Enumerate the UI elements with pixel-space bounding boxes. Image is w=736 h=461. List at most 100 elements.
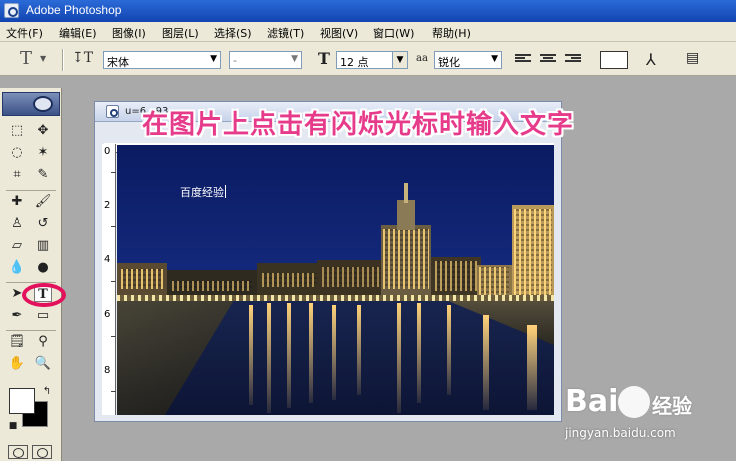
ruler-mark: 4	[104, 254, 111, 265]
menu-bar: 文件(F) 编辑(E) 图像(I) 图层(L) 选择(S) 滤镜(T) 视图(V…	[0, 22, 736, 42]
type-tool-preset-icon[interactable]: T	[20, 48, 32, 69]
building-lights	[121, 269, 163, 289]
preset-dropdown-arrow-icon[interactable]: ▼	[40, 54, 46, 63]
watermark-url: jingyan.baidu.com	[565, 426, 676, 440]
font-style-select[interactable]: - ▼	[229, 51, 302, 69]
blur-tool-icon[interactable]: 💧	[8, 260, 26, 276]
antialias-icon: aa	[416, 53, 428, 64]
healing-brush-tool-icon[interactable]: ✚	[8, 194, 26, 210]
light-reflection	[483, 315, 489, 410]
shoreline-lights	[117, 295, 554, 301]
ruler-mark: 6	[104, 309, 111, 320]
text-color-swatch[interactable]	[600, 51, 628, 69]
move-tool-icon[interactable]: ✥	[34, 123, 52, 139]
light-reflection	[527, 325, 537, 410]
zoom-tool-icon[interactable]: 🔍	[34, 356, 52, 372]
chevron-down-icon: ▼	[291, 54, 298, 64]
light-reflection	[249, 305, 253, 405]
align-center-icon[interactable]	[540, 54, 556, 66]
notes-tool-icon[interactable]: 🗒	[8, 334, 26, 350]
building-lights	[435, 261, 477, 291]
font-size-input[interactable]: 12 点	[336, 51, 394, 69]
vertical-ruler[interactable]: 0 2 4 6 8	[102, 144, 116, 415]
chevron-down-icon: ▼	[491, 54, 498, 64]
menu-window[interactable]: 窗口(W)	[373, 25, 414, 41]
clone-stamp-tool-icon[interactable]: ♙	[8, 216, 26, 232]
building-lights	[262, 273, 322, 287]
type-tool-highlight-circle	[22, 283, 66, 307]
options-bar: T ▼ ↧T 宋体 ▼ - ▼ T 12 点 ▼ aa 锐化 ▼ ⅄ ▤	[0, 42, 736, 76]
light-reflection	[447, 305, 451, 395]
ruler-tick	[111, 281, 116, 282]
lasso-tool-icon[interactable]: ◌	[8, 145, 26, 161]
font-size-icon: T	[318, 49, 330, 68]
menu-image[interactable]: 图像(I)	[112, 25, 146, 41]
standard-mode-button[interactable]	[8, 445, 28, 459]
photoshop-app-icon	[4, 3, 19, 18]
light-reflection	[309, 303, 313, 403]
window-title: Adobe Photoshop	[26, 3, 122, 17]
instruction-caption: 在图片上点击有闪烁光标时输入文字	[142, 110, 575, 140]
ruler-tick	[111, 172, 116, 173]
align-left-icon[interactable]	[515, 54, 531, 66]
baidu-jingyan-watermark: Bai 经验 jingyan.baidu.com	[560, 380, 736, 461]
light-reflection	[287, 303, 291, 408]
menu-layer[interactable]: 图层(L)	[162, 25, 199, 41]
font-family-select[interactable]: 宋体 ▼	[103, 51, 221, 69]
baidu-paw-icon	[618, 386, 650, 418]
font-size-dropdown[interactable]: ▼	[392, 51, 408, 69]
document-icon	[106, 105, 119, 118]
tower-spire-tip	[404, 183, 408, 203]
toolbox-divider	[6, 190, 56, 191]
menu-file[interactable]: 文件(F)	[6, 25, 43, 41]
text-orientation-icon[interactable]: ↧T	[72, 50, 93, 66]
typed-text-with-cursor[interactable]: 百度经验	[180, 184, 226, 200]
building-lights	[172, 281, 252, 291]
ruler-tick	[111, 226, 116, 227]
building-lights	[514, 209, 552, 309]
ruler-mark: 8	[104, 365, 111, 376]
eyedropper-tool-icon[interactable]: ⚲	[34, 334, 52, 350]
font-style-value: -	[233, 54, 237, 67]
watermark-brand: 经验	[652, 394, 692, 418]
crop-tool-icon[interactable]: ⌗	[8, 167, 26, 183]
foreground-color-swatch[interactable]	[9, 388, 35, 414]
marquee-tool-icon[interactable]: ⬚	[8, 123, 26, 139]
dodge-tool-icon[interactable]: ●	[34, 260, 52, 276]
ruler-mark: 2	[104, 200, 111, 211]
menu-filter[interactable]: 滤镜(T)	[267, 25, 304, 41]
toolbox-header[interactable]	[2, 92, 60, 116]
menu-edit[interactable]: 编辑(E)	[59, 25, 97, 41]
menu-help[interactable]: 帮助(H)	[432, 25, 471, 41]
eraser-tool-icon[interactable]: ▱	[8, 238, 26, 254]
font-family-value: 宋体	[107, 56, 129, 69]
pen-tool-icon[interactable]: ✒	[8, 308, 26, 324]
options-divider	[62, 49, 64, 71]
history-brush-tool-icon[interactable]: ↺	[34, 216, 52, 232]
ruler-tick	[111, 391, 116, 392]
magic-wand-tool-icon[interactable]: ✶	[34, 145, 52, 161]
brush-tool-icon[interactable]: 🖌	[34, 194, 52, 210]
palettes-toggle-icon[interactable]: ▤	[686, 50, 699, 66]
menu-select[interactable]: 选择(S)	[214, 25, 252, 41]
menu-view[interactable]: 视图(V)	[320, 25, 358, 41]
ruler-tick	[111, 336, 116, 337]
tower-lights	[383, 229, 429, 289]
antialias-select[interactable]: 锐化 ▼	[434, 51, 502, 69]
quick-mask-mode-button[interactable]	[32, 445, 52, 459]
slice-tool-icon[interactable]: ✎	[34, 167, 52, 183]
photoshop-eye-icon	[33, 96, 53, 112]
rectangle-tool-icon[interactable]: ▭	[34, 308, 52, 324]
hand-tool-icon[interactable]: ✋	[8, 356, 26, 372]
chevron-down-icon: ▼	[210, 54, 217, 64]
baidu-logo: Bai	[565, 384, 619, 419]
gradient-tool-icon[interactable]: ▥	[34, 238, 52, 254]
align-right-icon[interactable]	[565, 54, 581, 66]
font-size-value: 12 点	[340, 56, 369, 69]
antialias-value: 锐化	[438, 56, 460, 69]
swap-colors-icon[interactable]: ↰	[38, 384, 56, 400]
light-reflection	[267, 303, 271, 413]
default-colors-icon[interactable]: ■	[4, 418, 22, 434]
warp-text-icon[interactable]: ⅄	[646, 50, 656, 69]
toolbox: ⬚ ✥ ◌ ✶ ⌗ ✎ ✚ 🖌 ♙ ↺ ▱ ▥ 💧 ● ➤ T ✒ ▭ 🗒 ⚲ …	[0, 88, 62, 461]
